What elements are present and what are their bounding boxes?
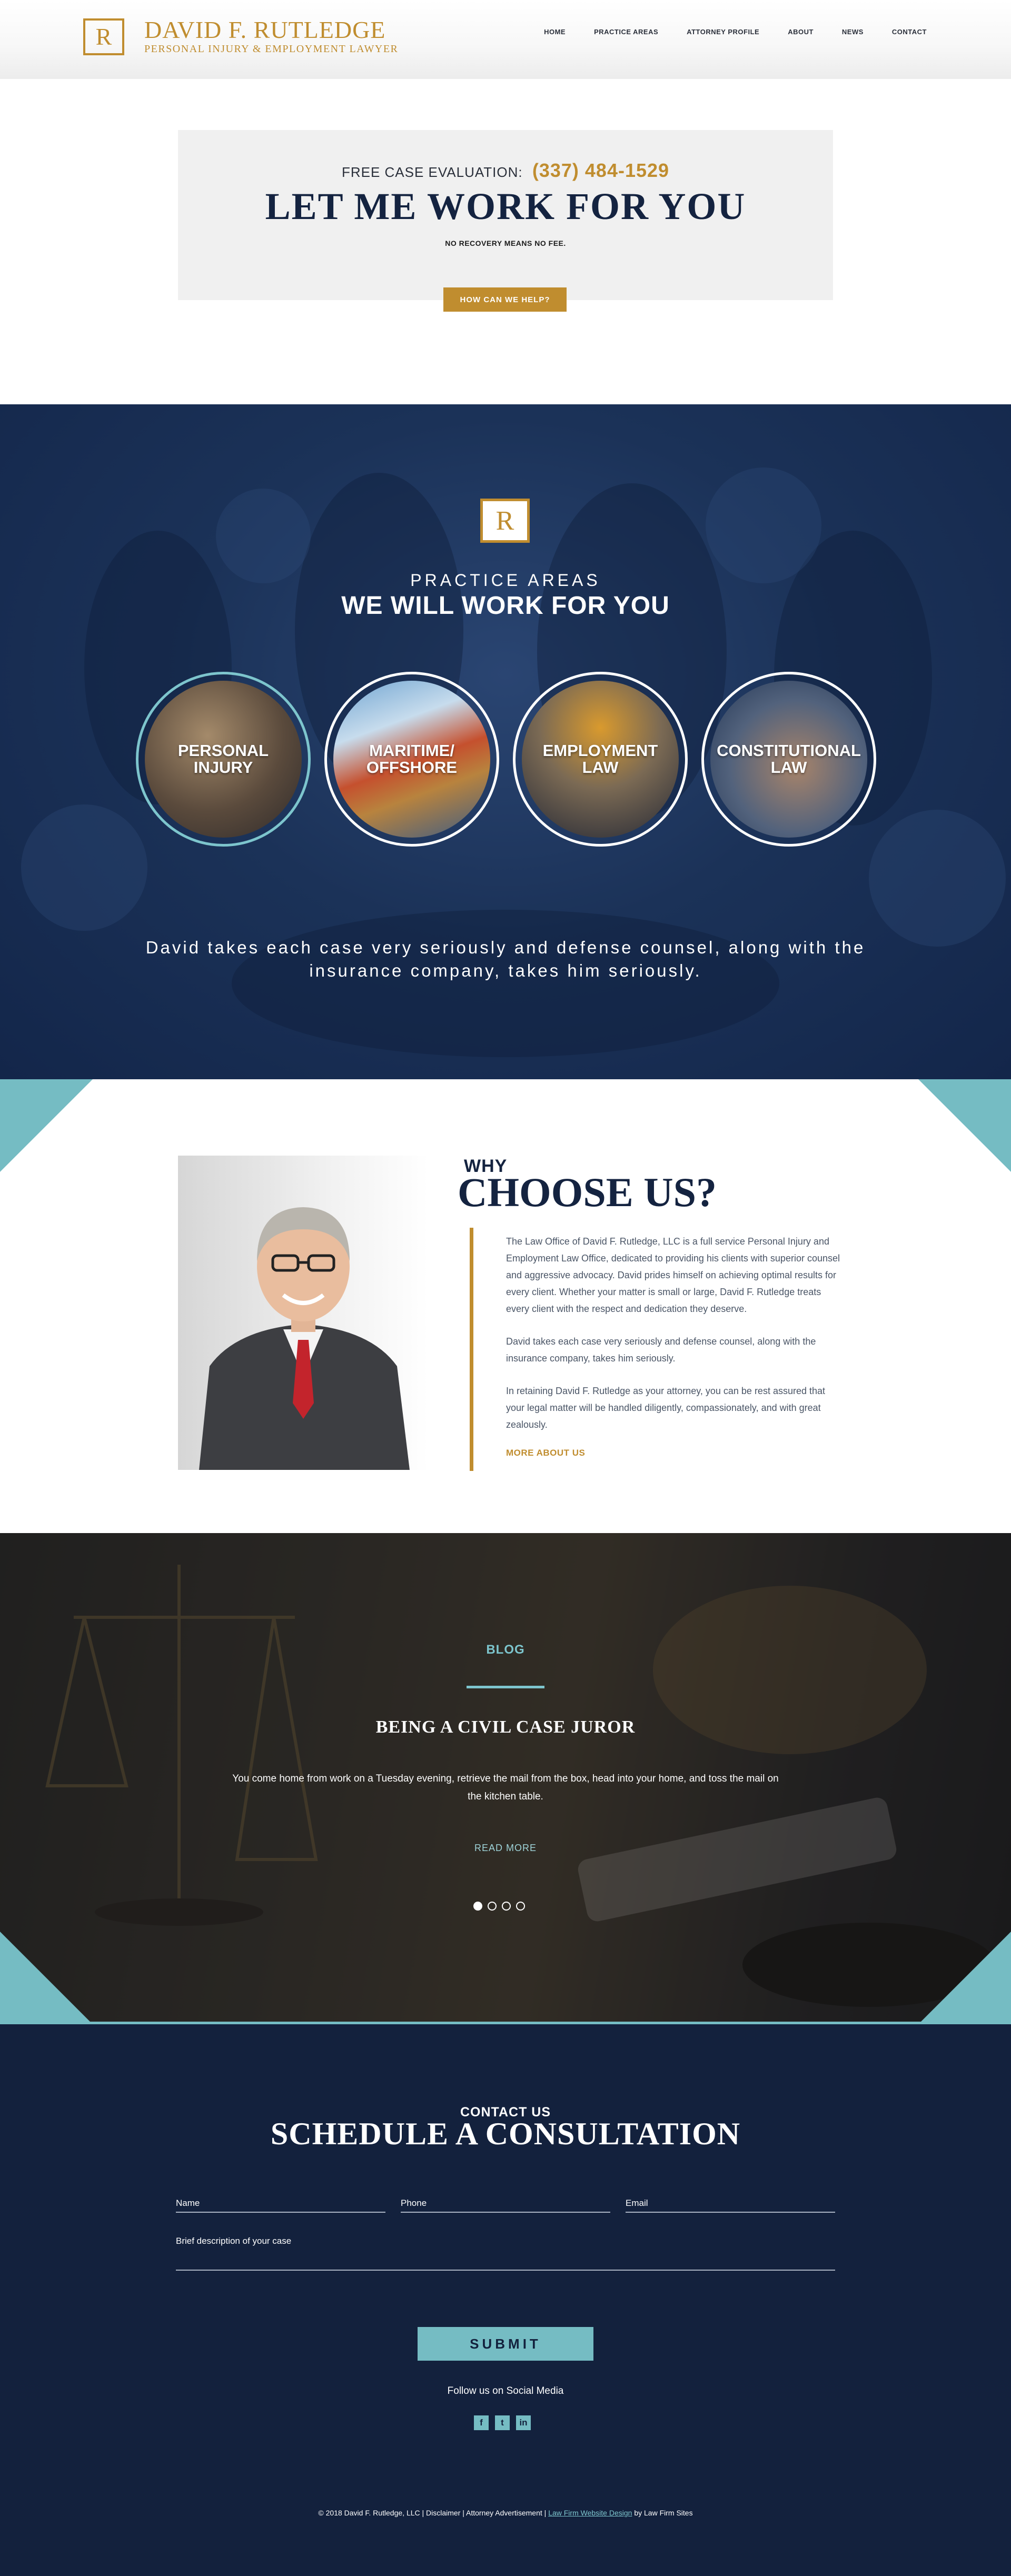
logo-tagline: PERSONAL INJURY & EMPLOYMENT LAWYER [144,43,399,55]
main-nav: HOME PRACTICE AREAS ATTORNEY PROFILE ABO… [516,28,927,36]
logo-text: DAVID F. RUTLEDGE PERSONAL INJURY & EMPL… [144,18,398,55]
site-header: R DAVID F. RUTLEDGE PERSONAL INJURY & EM… [0,0,1011,79]
footer-design-link[interactable]: Law Firm Website Design [548,2509,632,2517]
monogram-logo: R [480,499,530,543]
social-links: f t in [474,2415,537,2430]
slider-dots [473,1902,530,1911]
slider-dot-3[interactable] [502,1902,511,1911]
logo-monogram: R [83,18,124,55]
follow-social-text: Follow us on Social Media [447,2385,564,2396]
footer-prefix: © 2018 David F. Rutledge, LLC | Disclaim… [318,2509,547,2517]
evaluation-label: FREE CASE EVALUATION: [341,164,523,180]
practice-areas-section: R PRACTICE AREAS WE WILL WORK FOR YOU PE… [0,404,1011,1079]
nav-about[interactable]: ABOUT [788,28,814,36]
hero-title: LET ME WORK FOR YOU [265,185,746,227]
phone-number[interactable]: (337) 484-1529 [532,160,669,181]
blog-kicker: BLOG [486,1643,525,1657]
why-paragraph: David takes each case very seriously and… [506,1336,816,1364]
nav-news[interactable]: NEWS [842,28,864,36]
contact-title: SCHEDULE A CONSULTATION [270,2116,741,2151]
constitutional-image: CONSTITUTIONAL LAW [710,681,867,838]
how-can-we-help-button[interactable]: HOW CAN WE HELP? [443,287,567,312]
teal-corner-bottom-right [918,1932,1011,2024]
why-paragraph: The Law Office of David F. Rutledge, LLC… [506,1236,840,1314]
personal-injury-image: PERSONAL INJURY [145,681,302,838]
why-paragraph: In retaining David F. Rutledge as your a… [506,1386,826,1430]
hero-section: FREE CASE EVALUATION: (337) 484-1529 LET… [0,79,1011,404]
blog-section: BLOG BEING A CIVIL CASE JUROR You come h… [0,1533,1011,2024]
slider-dot-2[interactable] [488,1902,497,1911]
case-description-field[interactable]: Brief description of your case [176,2236,835,2271]
submit-button[interactable]: SUBMIT [418,2327,593,2361]
gold-accent-bar [470,1228,473,1471]
name-field[interactable]: Name [176,2198,385,2213]
footer-suffix: by Law Firm Sites [634,2509,693,2517]
logo-name: DAVID F. RUTLEDGE [144,16,386,43]
nav-practice-areas[interactable]: PRACTICE AREAS [594,28,658,36]
blog-post-title[interactable]: BEING A CIVIL CASE JUROR [0,1717,1011,1737]
read-more-link[interactable]: READ MORE [0,1843,1011,1854]
maritime-image: MARITIME/ OFFSHORE [333,681,490,838]
footer-copyright: © 2018 David F. Rutledge, LLC | Disclaim… [0,2509,1011,2517]
linkedin-icon[interactable]: in [516,2415,531,2430]
blog-excerpt: You come home from work on a Tuesday eve… [232,1773,779,1802]
teal-corner-top-left [0,1079,93,1172]
attorney-portrait [178,1156,429,1470]
nav-attorney-profile[interactable]: ATTORNEY PROFILE [687,28,759,36]
practice-area-employment-law[interactable]: EMPLOYMENT LAW [513,672,688,847]
nav-contact[interactable]: CONTACT [892,28,927,36]
teal-corner-bottom-left [0,1932,93,2024]
nav-home[interactable]: HOME [544,28,566,36]
facebook-icon[interactable]: f [474,2415,489,2430]
practice-area-maritime-offshore[interactable]: MARITIME/ OFFSHORE [324,672,499,847]
evaluation-line: FREE CASE EVALUATION: (337) 484-1529 [178,160,833,182]
hero-subtitle: NO RECOVERY MEANS NO FEE. [445,239,566,247]
phone-field[interactable]: Phone [401,2198,610,2213]
why-body: The Law Office of David F. Rutledge, LLC… [506,1233,840,1449]
contact-section: CONTACT US SCHEDULE A CONSULTATION Name … [0,2024,1011,2576]
blog-rule [467,1686,544,1688]
slider-dot-4[interactable] [516,1902,525,1911]
practice-title: WE WILL WORK FOR YOU [341,592,670,620]
email-field[interactable]: Email [626,2198,835,2213]
case-description-placeholder: Brief description of your case [176,2236,292,2246]
why-choose-us-section: WHY CHOOSE US? The Law Office of David F… [0,1079,1011,1533]
practice-area-personal-injury[interactable]: PERSONAL INJURY [136,672,311,847]
more-about-us-link[interactable]: MORE ABOUT US [506,1448,585,1458]
practice-area-label: MARITIME/ OFFSHORE [366,741,458,777]
practice-quote: David takes each case very seriously and… [145,938,866,980]
practice-area-label: EMPLOYMENT LAW [542,741,658,777]
case-evaluation-box: FREE CASE EVALUATION: (337) 484-1529 LET… [178,130,833,300]
teal-corner-top-right [918,1079,1011,1172]
practice-area-label: PERSONAL INJURY [177,741,269,777]
practice-kicker: PRACTICE AREAS [410,571,601,590]
why-title: CHOOSE US? [458,1169,717,1215]
name-field-placeholder: Name [176,2198,200,2208]
employment-image: EMPLOYMENT LAW [522,681,679,838]
practice-area-label: CONSTITUTIONAL LAW [717,741,861,777]
twitter-icon[interactable]: t [495,2415,510,2430]
site-logo[interactable]: R DAVID F. RUTLEDGE PERSONAL INJURY & EM… [83,18,398,55]
email-field-placeholder: Email [626,2198,648,2208]
practice-area-constitutional-law[interactable]: CONSTITUTIONAL LAW [701,672,876,847]
phone-field-placeholder: Phone [401,2198,427,2208]
slider-dot-1[interactable] [473,1902,482,1911]
